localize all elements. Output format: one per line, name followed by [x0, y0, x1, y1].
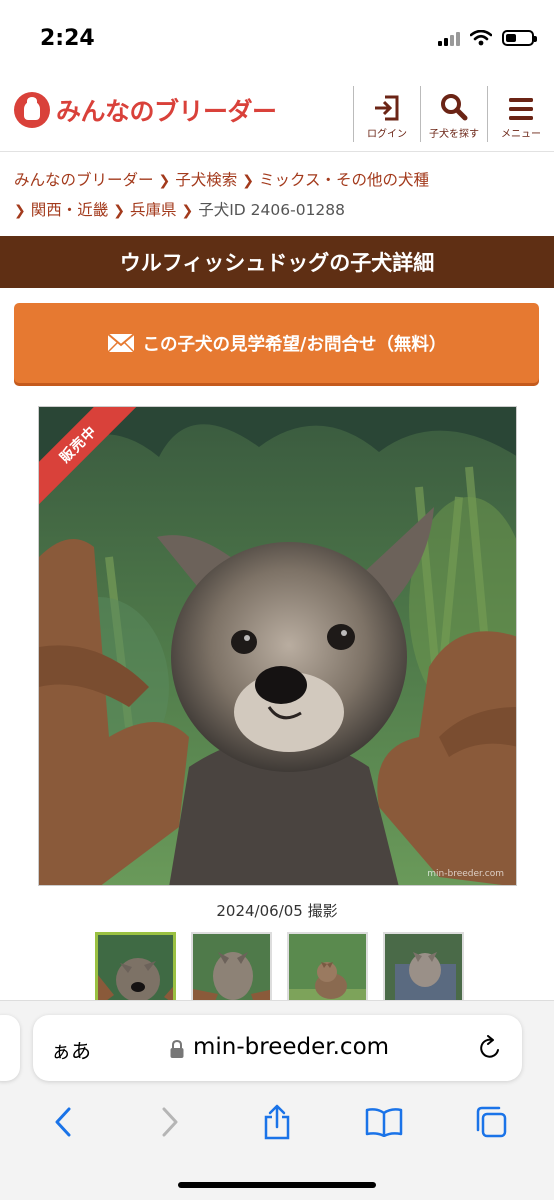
tabs-button[interactable]: [466, 1100, 516, 1144]
thumbnail-2[interactable]: [191, 932, 272, 1004]
browser-toolbar-area: ぁあ min-breeder.com: [0, 1000, 554, 1200]
thumbnail-strip: [95, 932, 464, 1004]
chevron-right-icon: ❯: [113, 203, 125, 219]
photo-watermark: min-breeder.com: [427, 869, 504, 879]
url-text: min-breeder.com: [193, 1034, 390, 1060]
wifi-icon: [470, 30, 492, 46]
dog-logo-icon: [14, 92, 50, 128]
status-time: 2:24: [40, 26, 95, 51]
header-nav: ログイン 子犬を探す メニュー: [353, 86, 554, 142]
breadcrumb-home[interactable]: みんなのブリーダー: [14, 171, 154, 189]
chevron-right-icon: [162, 1107, 178, 1137]
cellular-signal-icon: [438, 30, 460, 46]
status-bar: 2:24: [0, 0, 554, 80]
bookmarks-button[interactable]: [359, 1100, 409, 1144]
chevron-right-icon: ❯: [242, 173, 254, 189]
thumbnail-1[interactable]: [95, 932, 176, 1004]
menu-button[interactable]: メニュー: [487, 86, 554, 142]
login-label: ログイン: [367, 129, 407, 140]
lock-icon: [170, 1039, 184, 1058]
share-icon: [264, 1104, 290, 1140]
for-sale-label: 販売中: [57, 423, 101, 467]
login-button[interactable]: ログイン: [353, 86, 420, 142]
status-icons: [438, 30, 537, 46]
find-puppy-button[interactable]: 子犬を探す: [420, 86, 487, 142]
battery-icon: [502, 30, 537, 46]
address-bar[interactable]: ぁあ min-breeder.com: [33, 1015, 522, 1081]
tabs-icon: [476, 1106, 506, 1138]
page-title: ウルフィッシュドッグの子犬詳細: [119, 251, 435, 275]
inquiry-button-label: この子犬の見学希望/お問合せ（無料）: [142, 334, 447, 355]
search-icon: [441, 94, 468, 121]
breadcrumb: みんなのブリーダー ❯ 子犬検索 ❯ ミックス・その他の犬種 ❯ 関西・近畿 ❯ 兵庫県 ❯ 子犬…: [14, 166, 544, 226]
inquiry-button[interactable]: この子犬の見学希望/お問合せ（無料）: [14, 303, 539, 383]
page-settings-button[interactable]: ぁあ: [51, 1035, 91, 1064]
breadcrumb-prefecture[interactable]: 兵庫県: [130, 201, 177, 219]
reload-icon[interactable]: [478, 1035, 502, 1061]
thumbnail-4[interactable]: [383, 932, 464, 1004]
back-button[interactable]: [38, 1100, 88, 1144]
site-logo[interactable]: みんなのブリーダー: [14, 92, 277, 128]
breadcrumb-region[interactable]: 関西・近畿: [31, 201, 109, 219]
chevron-right-icon: ❯: [181, 203, 194, 219]
breadcrumb-puppy-search[interactable]: 子犬検索: [175, 171, 237, 189]
thumbnail-3[interactable]: [287, 932, 368, 1004]
browser-toolbar: [0, 1097, 554, 1147]
page-title-bar: ウルフィッシュドッグの子犬詳細: [0, 236, 554, 288]
mail-icon: [106, 333, 135, 353]
share-button[interactable]: [252, 1100, 302, 1144]
logo-text: みんなのブリーダー: [56, 97, 277, 126]
login-icon: [375, 95, 399, 121]
home-indicator[interactable]: [178, 1182, 376, 1188]
menu-label: メニュー: [501, 129, 541, 140]
previous-tab-peek[interactable]: [0, 1015, 20, 1081]
chevron-right-icon: ❯: [14, 203, 26, 219]
photo-date: 2024/06/05 撮影: [216, 902, 338, 920]
puppy-photo[interactable]: 販売中 min-breeder.com: [38, 406, 517, 886]
breadcrumb-current: 子犬ID 2406-01288: [198, 201, 346, 219]
forward-button[interactable]: [145, 1100, 195, 1144]
chevron-left-icon: [55, 1107, 71, 1137]
book-icon: [365, 1108, 403, 1137]
battery-level: [506, 34, 516, 42]
site-header: みんなのブリーダー ログイン 子犬を探す メニュー: [0, 80, 554, 152]
chevron-right-icon: ❯: [158, 173, 171, 189]
menu-icon: [509, 98, 533, 120]
status-ribbon: 販売中: [39, 407, 149, 517]
find-puppy-label: 子犬を探す: [429, 129, 479, 140]
breadcrumb-breed[interactable]: ミックス・その他の犬種: [259, 171, 429, 189]
